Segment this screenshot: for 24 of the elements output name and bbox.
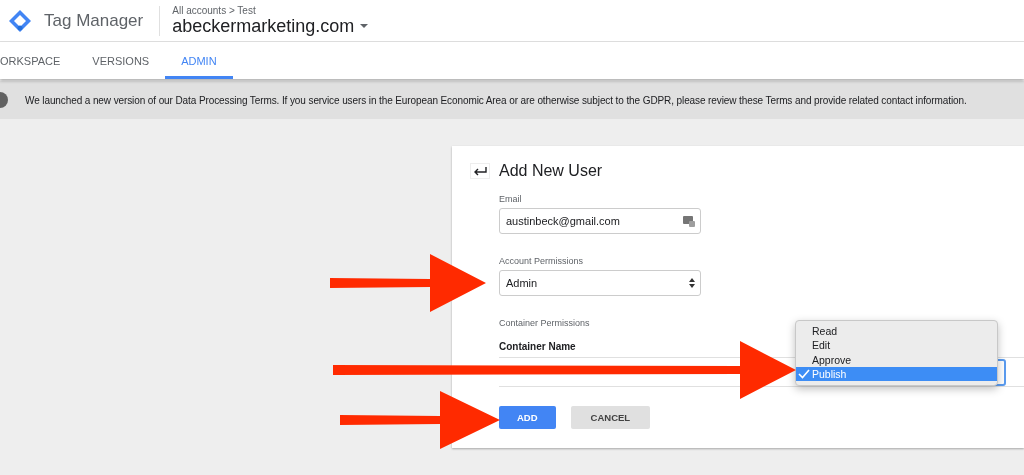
nav-tab[interactable]: VERSIONS <box>76 42 166 79</box>
field-label: Account Permissions <box>499 256 585 266</box>
column-header: Container Name <box>499 341 576 352</box>
check-icon <box>798 369 810 380</box>
menu-option[interactable]: Read <box>796 324 997 339</box>
logo-icon <box>8 8 32 33</box>
back-button[interactable] <box>470 163 490 179</box>
contact-card-icon <box>683 215 695 227</box>
cancel-button[interactable]: CANCEL <box>570 406 651 429</box>
caret-icon[interactable] <box>360 24 369 28</box>
field-label: Container Permissions <box>499 318 591 328</box>
field-label: Email <box>499 194 523 204</box>
nav-tab[interactable]: ORKSPACE <box>0 42 77 79</box>
add-button[interactable]: ADD <box>499 406 556 429</box>
app-name: Tag Manager <box>44 10 144 31</box>
dialog-title: Add New User <box>499 162 603 180</box>
menu-option[interactable]: Approve <box>796 352 997 367</box>
email-field[interactable]: austinbeck@gmail.com <box>499 208 701 234</box>
container-name[interactable]: abeckermarketing.com <box>172 15 355 37</box>
breadcrumb[interactable]: All accounts > Test <box>172 4 369 16</box>
menu-option[interactable]: Edit <box>796 338 997 353</box>
banner-text: We launched a new version of our Data Processing Terms. If you service users in the European Economic Area or are otherwise subject to the GDPR, please review these Terms and provide related contact information. <box>25 94 967 106</box>
updown-icon <box>689 278 695 288</box>
permissions-select[interactable]: Admin <box>499 270 701 296</box>
